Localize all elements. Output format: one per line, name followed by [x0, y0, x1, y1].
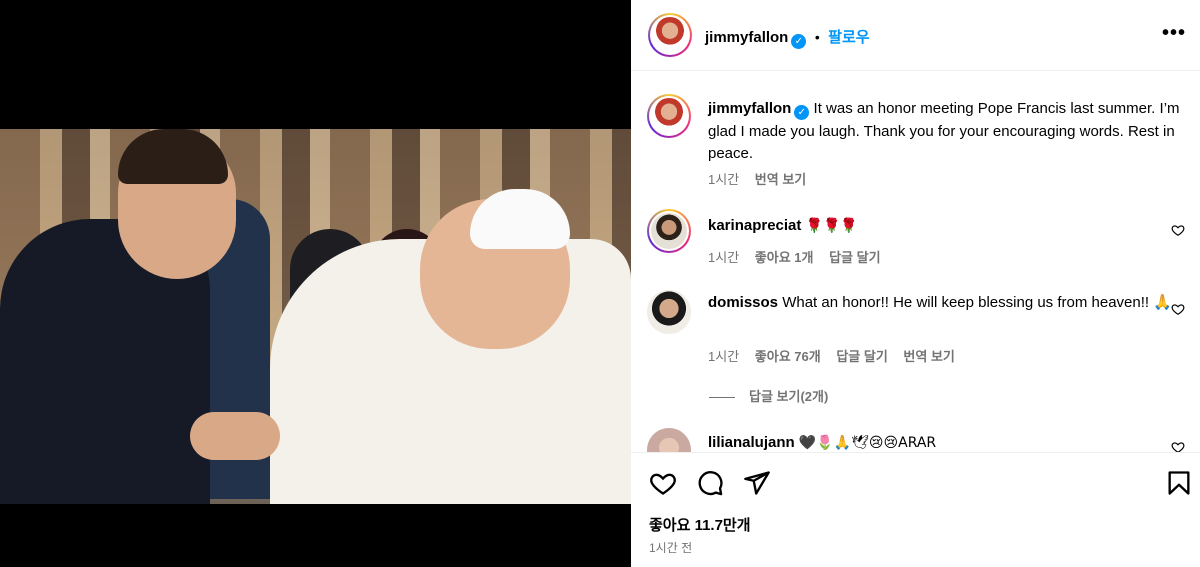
heart-icon[interactable] [1171, 223, 1185, 237]
author-username[interactable]: jimmyfallon [705, 29, 788, 46]
verified-icon: ✓ [791, 34, 807, 49]
follow-button[interactable]: 팔로우 [828, 29, 869, 46]
verified-icon: ✓ [794, 105, 810, 120]
comment-username[interactable]: lilianalujann [708, 434, 795, 451]
author-avatar[interactable] [648, 13, 692, 57]
replies-divider [709, 397, 735, 399]
caption-avatar[interactable] [647, 94, 691, 138]
separator-dot: • [814, 29, 820, 45]
heart-icon[interactable] [1171, 302, 1185, 316]
comment-username[interactable]: domissos [708, 294, 778, 311]
action-bar [631, 452, 1200, 512]
comments-list[interactable]: jimmyfallon ✓ It was an honor meeting Pop… [631, 72, 1200, 452]
comment-likes[interactable]: 좋아요 1개 [755, 250, 814, 265]
post-panel: jimmyfallon ✓ • 팔로우 ••• jimmyfallon ✓ It w… [631, 0, 1200, 567]
comment-avatar[interactable] [647, 209, 691, 253]
translate-link[interactable]: 번역 보기 [755, 172, 806, 187]
post-time[interactable]: 1시간 전 [649, 539, 692, 556]
comment-item: domissos What an honor!! He will keep bl… [647, 290, 1187, 400]
comment-likes[interactable]: 좋아요 76개 [755, 349, 821, 364]
likes-count[interactable]: 좋아요 11.7만개 [649, 514, 751, 535]
view-replies-label: 답글 보기(2개) [749, 389, 829, 404]
comment-time[interactable]: 1시간 [708, 250, 739, 265]
post-header: jimmyfallon ✓ • 팔로우 ••• [631, 0, 1200, 71]
caption: jimmyfallon ✓ It was an honor meeting Pop… [647, 94, 1187, 194]
view-replies-button[interactable]: 답글 보기(2개) [709, 386, 828, 405]
comment-avatar[interactable] [647, 290, 691, 334]
comment-username[interactable]: karinapreciat [708, 217, 801, 234]
caption-time[interactable]: 1시간 [708, 172, 739, 187]
translate-link[interactable]: 번역 보기 [903, 349, 954, 364]
comment-item: karinapreciat 🌹🌹🌹 1시간 좋아요 1개 답글 달기 [647, 209, 1187, 269]
comment-icon[interactable] [696, 469, 724, 497]
comment-text: 🖤🌷🙏🕊😢😢ARAR [798, 435, 937, 451]
post-photo[interactable] [0, 129, 631, 504]
heart-icon[interactable] [649, 469, 677, 497]
share-icon[interactable] [743, 469, 771, 497]
reply-button[interactable]: 답글 달기 [829, 250, 880, 265]
caption-username[interactable]: jimmyfallon [708, 100, 791, 117]
comment-avatar[interactable] [647, 428, 691, 452]
post-media [0, 0, 631, 567]
bookmark-icon[interactable] [1165, 469, 1193, 497]
comment-time[interactable]: 1시간 [708, 349, 739, 364]
heart-icon[interactable] [1171, 440, 1185, 452]
comment-text: What an honor!! He will keep blessing us… [782, 294, 1172, 311]
comment-text: 🌹🌹🌹 [805, 218, 858, 234]
reply-button[interactable]: 답글 달기 [836, 349, 887, 364]
comment-item: lilianalujann 🖤🌷🙏🕊😢😢ARAR [647, 428, 1187, 452]
more-icon[interactable]: ••• [1162, 22, 1186, 45]
